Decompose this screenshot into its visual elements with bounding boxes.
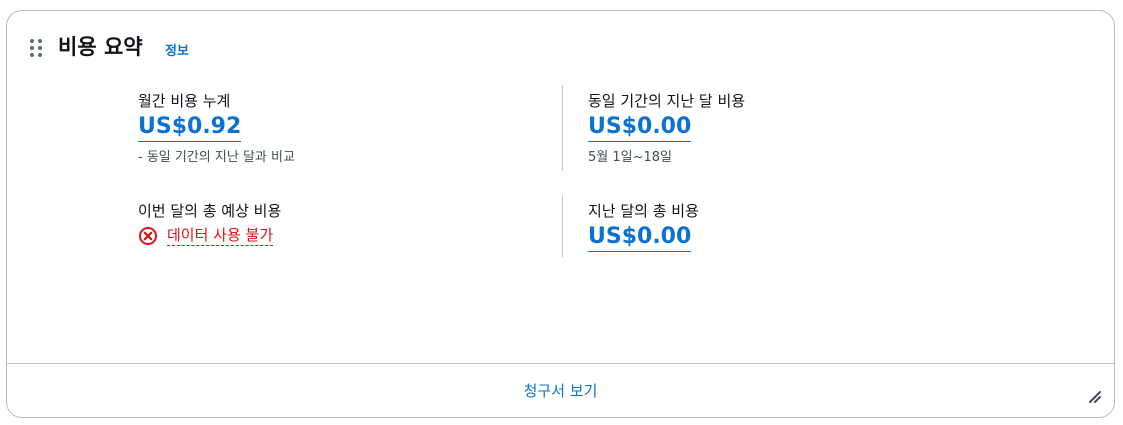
metric-date-range: 5월 1일~18일: [588, 150, 672, 165]
info-link[interactable]: 정보: [165, 40, 189, 59]
metric-value-link[interactable]: US$0.00: [588, 223, 692, 252]
error-text[interactable]: 데이터 사용 불가: [167, 225, 274, 246]
card-title: 비용 요약: [58, 35, 143, 59]
resize-handle-icon[interactable]: [1088, 390, 1102, 404]
metric-last-month-total: 지난 달의 총 비용 US$0.00: [588, 201, 699, 252]
column-divider: [562, 85, 563, 171]
card-footer: 청구서 보기: [7, 363, 1114, 417]
view-bill-link[interactable]: 청구서 보기: [7, 380, 1114, 401]
metric-label: 동일 기간의 지난 달 비용: [588, 92, 746, 110]
metric-label: 지난 달의 총 비용: [588, 202, 699, 220]
metric-last-month-same-period: 동일 기간의 지난 달 비용 US$0.00 5월 1일~18일: [588, 91, 745, 165]
column-divider: [562, 195, 563, 257]
metric-label: 이번 달의 총 예상 비용: [138, 202, 282, 220]
metric-value-link[interactable]: US$0.92: [138, 113, 242, 142]
metric-comparison-text: - 동일 기간의 지난 달과 비교: [138, 150, 295, 165]
error-status: 데이터 사용 불가: [138, 225, 281, 246]
cost-summary-card: 비용 요약 정보 월간 비용 누계 US$0.92 - 동일 기간의 지난 달과…: [6, 10, 1115, 418]
metric-value-link[interactable]: US$0.00: [588, 113, 692, 142]
error-circle-icon: [139, 226, 157, 245]
card-header: 비용 요약 정보: [7, 11, 1114, 81]
metric-month-to-date: 월간 비용 누계 US$0.92 - 동일 기간의 지난 달과 비교: [138, 91, 295, 165]
metric-label: 월간 비용 누계: [138, 92, 231, 110]
metric-forecast: 이번 달의 총 예상 비용 데이터 사용 불가: [138, 201, 281, 246]
drag-handle-icon[interactable]: [29, 38, 43, 58]
